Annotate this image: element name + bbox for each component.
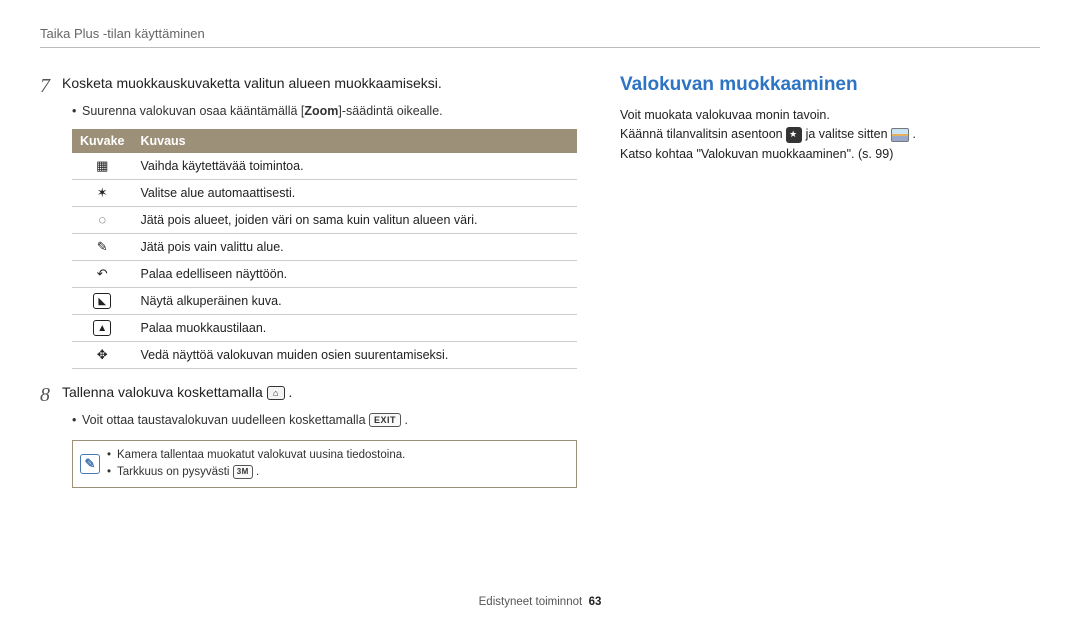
table-row: ↶ Palaa edelliseen näyttöön. bbox=[72, 260, 577, 287]
function-icon: ▦ bbox=[93, 158, 111, 174]
table-cell-desc: Näytä alkuperäinen kuva. bbox=[132, 287, 577, 314]
bullet-item: • Voit ottaa taustavalokuvan uudelleen k… bbox=[72, 411, 580, 430]
table-cell-desc: Vaihda käytettävää toimintoa. bbox=[132, 152, 577, 179]
step-8-bullets: • Voit ottaa taustavalokuvan uudelleen k… bbox=[72, 411, 580, 430]
step-number: 8 bbox=[40, 383, 62, 407]
page-root: Taika Plus -tilan käyttäminen 7 Kosketa … bbox=[0, 0, 1080, 630]
table-cell-desc: Vedä näyttöä valokuvan muiden osien suur… bbox=[132, 341, 577, 368]
note-body: •Kamera tallentaa muokatut valokuvat uus… bbox=[107, 441, 413, 488]
exit-chip: EXIT bbox=[369, 413, 401, 427]
bullet-dot: • bbox=[72, 102, 82, 121]
save-icon: ⌂ bbox=[267, 386, 285, 400]
step-text: Tallenna valokuva koskettamalla ⌂ . bbox=[62, 383, 292, 407]
bullet-dot: • bbox=[72, 411, 82, 430]
table-row: ◌ Jätä pois alueet, joiden väri on sama … bbox=[72, 206, 577, 233]
table-row: ✥ Vedä näyttöä valokuvan muiden osien su… bbox=[72, 341, 577, 368]
footer-section: Edistyneet toiminnot bbox=[479, 596, 583, 608]
move-arrows-icon: ✥ bbox=[93, 347, 111, 363]
step-7-bullets: • Suurenna valokuvan osaa kääntämällä [Z… bbox=[72, 102, 580, 121]
note-line: •Kamera tallentaa muokatut valokuvat uus… bbox=[107, 447, 405, 464]
section-title: Valokuvan muokkaaminen bbox=[620, 74, 1040, 96]
bullet-item: • Suurenna valokuvan osaa kääntämällä [Z… bbox=[72, 102, 580, 121]
table-row: ▲ Palaa muokkaustilaan. bbox=[72, 314, 577, 341]
paragraph: Katso kohtaa "Valokuvan muokkaaminen". (… bbox=[620, 145, 1040, 164]
breadcrumb: Taika Plus -tilan käyttäminen bbox=[40, 26, 1040, 41]
step-text: Kosketa muokkauskuvaketta valitun alueen… bbox=[62, 74, 442, 98]
note-icon-cell: ✎ bbox=[73, 441, 107, 488]
table-row: ▦ Vaihda käytettävää toimintoa. bbox=[72, 152, 577, 179]
mode-dial-icon bbox=[786, 127, 802, 143]
table-cell-desc: Jätä pois alueet, joiden väri on sama ku… bbox=[132, 206, 577, 233]
table-cell-desc: Valitse alue automaattisesti. bbox=[132, 179, 577, 206]
note-line: •Tarkkuus on pysyvästi 3M . bbox=[107, 464, 405, 481]
divider bbox=[40, 47, 1040, 48]
bullet-text: Suurenna valokuvan osaa kääntämällä [Zoo… bbox=[82, 102, 443, 121]
eraser-icon: ✎ bbox=[93, 239, 111, 255]
step-8: 8 Tallenna valokuva koskettamalla ⌂ . bbox=[40, 383, 580, 407]
dotted-circle-icon: ◌ bbox=[93, 212, 111, 228]
table-cell-desc: Jätä pois vain valittu alue. bbox=[132, 233, 577, 260]
info-icon: ✎ bbox=[80, 454, 100, 474]
table-head-icon: Kuvake bbox=[72, 129, 132, 152]
table-row: ✎ Jätä pois vain valittu alue. bbox=[72, 233, 577, 260]
content-columns: 7 Kosketa muokkauskuvaketta valitun alue… bbox=[40, 74, 1040, 488]
table-row: ◣ Näytä alkuperäinen kuva. bbox=[72, 287, 577, 314]
table-cell-desc: Palaa edelliseen näyttöön. bbox=[132, 260, 577, 287]
step-number: 7 bbox=[40, 74, 62, 98]
undo-icon: ↶ bbox=[93, 266, 111, 282]
page-number: 63 bbox=[589, 596, 602, 608]
table-head-desc: Kuvaus bbox=[132, 129, 577, 152]
edit-photo-icon bbox=[891, 128, 909, 142]
icon-description-table: Kuvake Kuvaus ▦ Vaihda käytettävää toimi… bbox=[72, 129, 577, 369]
resolution-chip: 3M bbox=[233, 465, 253, 479]
table-row: ✶ Valitse alue automaattisesti. bbox=[72, 179, 577, 206]
paragraph: Voit muokata valokuvaa monin tavoin. bbox=[620, 106, 1040, 125]
image-icon: ▲ bbox=[93, 320, 111, 336]
paragraph: Käännä tilanvalitsin asentoon ja valitse… bbox=[620, 125, 1040, 144]
bullet-text: Voit ottaa taustavalokuvan uudelleen kos… bbox=[82, 411, 408, 430]
original-image-icon: ◣ bbox=[93, 293, 111, 309]
note-box: ✎ •Kamera tallentaa muokatut valokuvat u… bbox=[72, 440, 577, 489]
table-cell-desc: Palaa muokkaustilaan. bbox=[132, 314, 577, 341]
right-column: Valokuvan muokkaaminen Voit muokata valo… bbox=[620, 74, 1040, 488]
page-footer: Edistyneet toiminnot 63 bbox=[0, 596, 1080, 608]
step-7: 7 Kosketa muokkauskuvaketta valitun alue… bbox=[40, 74, 580, 98]
wand-icon: ✶ bbox=[93, 185, 111, 201]
left-column: 7 Kosketa muokkauskuvaketta valitun alue… bbox=[40, 74, 580, 488]
